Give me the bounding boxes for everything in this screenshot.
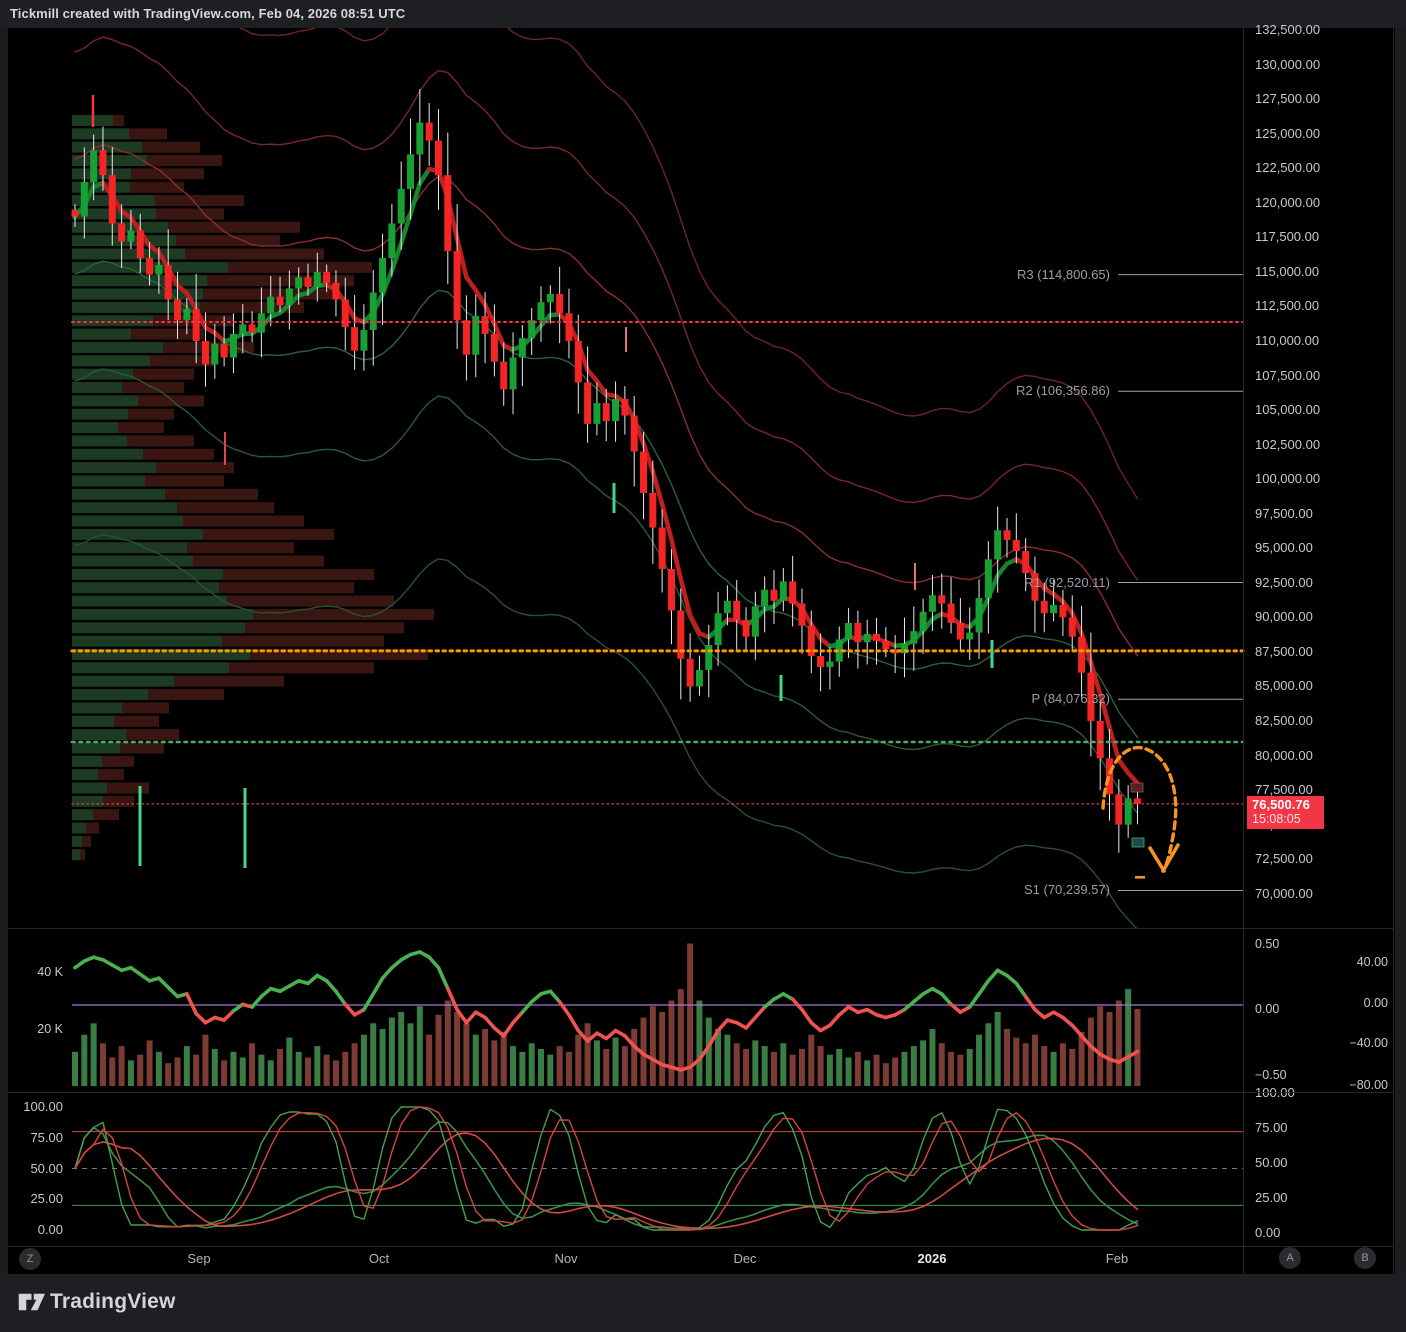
current-price-badge: 76,500.76 15:08:05 <box>1247 796 1324 829</box>
chart-canvas[interactable] <box>0 0 1406 1332</box>
scale-a-label: A <box>1286 1252 1293 1264</box>
stoch-scale-label-left: 75.00 <box>14 1130 63 1146</box>
pivot-label: R1 (92,520.11) <box>1024 575 1110 591</box>
pivot-label: R3 (114,800.65) <box>1017 267 1110 283</box>
scale-b-label: B <box>1361 1252 1368 1264</box>
scale-a-button[interactable]: A <box>1279 1247 1301 1269</box>
price-axis[interactable] <box>1243 28 1393 1246</box>
pivot-label: R2 (106,356.86) <box>1016 383 1110 399</box>
stoch-scale-label-left: 100.00 <box>14 1099 63 1115</box>
price-scale-border <box>1243 28 1244 1274</box>
pivot-label: S1 (70,239.57) <box>1024 882 1110 898</box>
time-axis[interactable] <box>8 1246 1393 1273</box>
volume-scale-label: 20 K <box>20 1021 63 1037</box>
timezone-button-label: Z <box>27 1253 34 1265</box>
current-price-value: 76,500.76 <box>1252 797 1310 812</box>
footer-bar: TradingView <box>0 1274 1406 1332</box>
pivot-label: P (84,076.32) <box>1031 691 1110 707</box>
stoch-scale-label-left: 0.00 <box>14 1222 63 1238</box>
stoch-scale-label-left: 25.00 <box>14 1191 63 1207</box>
tradingview-wordmark[interactable]: TradingView <box>50 1290 176 1314</box>
tradingview-chart-screen: Tickmill created with TradingView.com, F… <box>0 0 1406 1332</box>
stoch-scale-label-left: 50.00 <box>14 1161 63 1177</box>
timezone-button[interactable]: Z <box>19 1248 41 1270</box>
outer-scale-border <box>1393 28 1394 1274</box>
pane-separator-volume[interactable] <box>8 928 1394 929</box>
tradingview-logo[interactable] <box>18 1289 48 1315</box>
volume-scale-label: 40 K <box>20 964 63 980</box>
time-axis-border <box>8 1246 1394 1247</box>
scale-b-button[interactable]: B <box>1354 1247 1376 1269</box>
pane-separator-stoch[interactable] <box>8 1092 1394 1093</box>
bar-countdown: 15:08:05 <box>1252 812 1324 826</box>
